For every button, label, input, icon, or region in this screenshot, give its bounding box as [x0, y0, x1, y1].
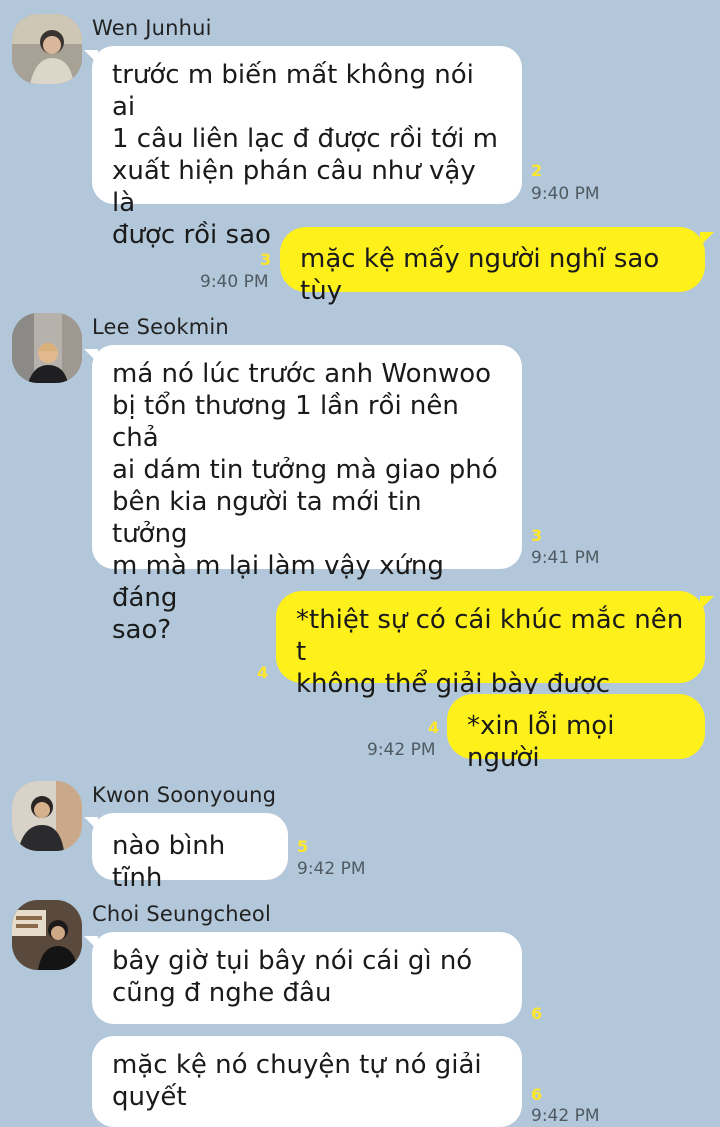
avatar-photo-icon [12, 781, 82, 851]
avatar-photo-icon [12, 900, 82, 970]
sender-name: Lee Seokmin [92, 315, 229, 339]
unread-count: 5 [297, 837, 309, 856]
avatar-kwon-soonyoung[interactable] [12, 781, 82, 851]
bubble-tail [700, 232, 714, 246]
message-time: 9:41 PM [531, 548, 600, 568]
bubble-tail [700, 596, 714, 610]
avatar-lee-seokmin[interactable] [12, 313, 82, 383]
unread-count: 3 [260, 250, 272, 269]
unread-count: 4 [257, 663, 269, 682]
message-time: 9:40 PM [531, 184, 600, 204]
avatar-photo-icon [12, 14, 82, 84]
message-time: 9:42 PM [531, 1106, 600, 1126]
avatar-wen-junhui[interactable] [12, 14, 82, 84]
message-bubble-incoming[interactable]: nào bình tĩnh [92, 813, 288, 893]
message-bubble-incoming[interactable]: bây giờ tụi bây nói cái gì nó cũng đ ngh… [92, 932, 522, 1024]
unread-count: 6 [531, 1004, 543, 1023]
message-bubble-incoming[interactable]: trước m biến mất không nói ai 1 câu liên… [92, 46, 522, 250]
message-bubble-outgoing[interactable]: *thiệt sự có cái khúc mắc nên t không th… [276, 591, 705, 699]
message-bubble-outgoing[interactable]: mặc kệ mấy người nghĩ sao tùy [280, 227, 705, 306]
message-bubble-outgoing[interactable]: *xin lỗi mọi người [447, 694, 705, 773]
sender-name: Choi Seungcheol [92, 902, 271, 926]
avatar-photo-icon [12, 313, 82, 383]
sender-name: Kwon Soonyoung [92, 783, 277, 807]
unread-count: 2 [531, 161, 543, 180]
sender-name: Wen Junhui [92, 16, 212, 40]
unread-count: 3 [531, 526, 543, 545]
message-time: 9:42 PM [297, 859, 366, 879]
message-time: 9:42 PM [367, 740, 436, 760]
message-bubble-incoming[interactable]: mặc kệ nó chuyện tự nó giải quyết [92, 1036, 522, 1127]
unread-count: 6 [531, 1085, 543, 1104]
message-bubble-incoming[interactable]: má nó lúc trước anh Wonwoo bị tổn thương… [92, 345, 522, 645]
unread-count: 4 [428, 718, 440, 737]
message-time: 9:40 PM [200, 272, 269, 292]
avatar-choi-seungcheol[interactable] [12, 900, 82, 970]
